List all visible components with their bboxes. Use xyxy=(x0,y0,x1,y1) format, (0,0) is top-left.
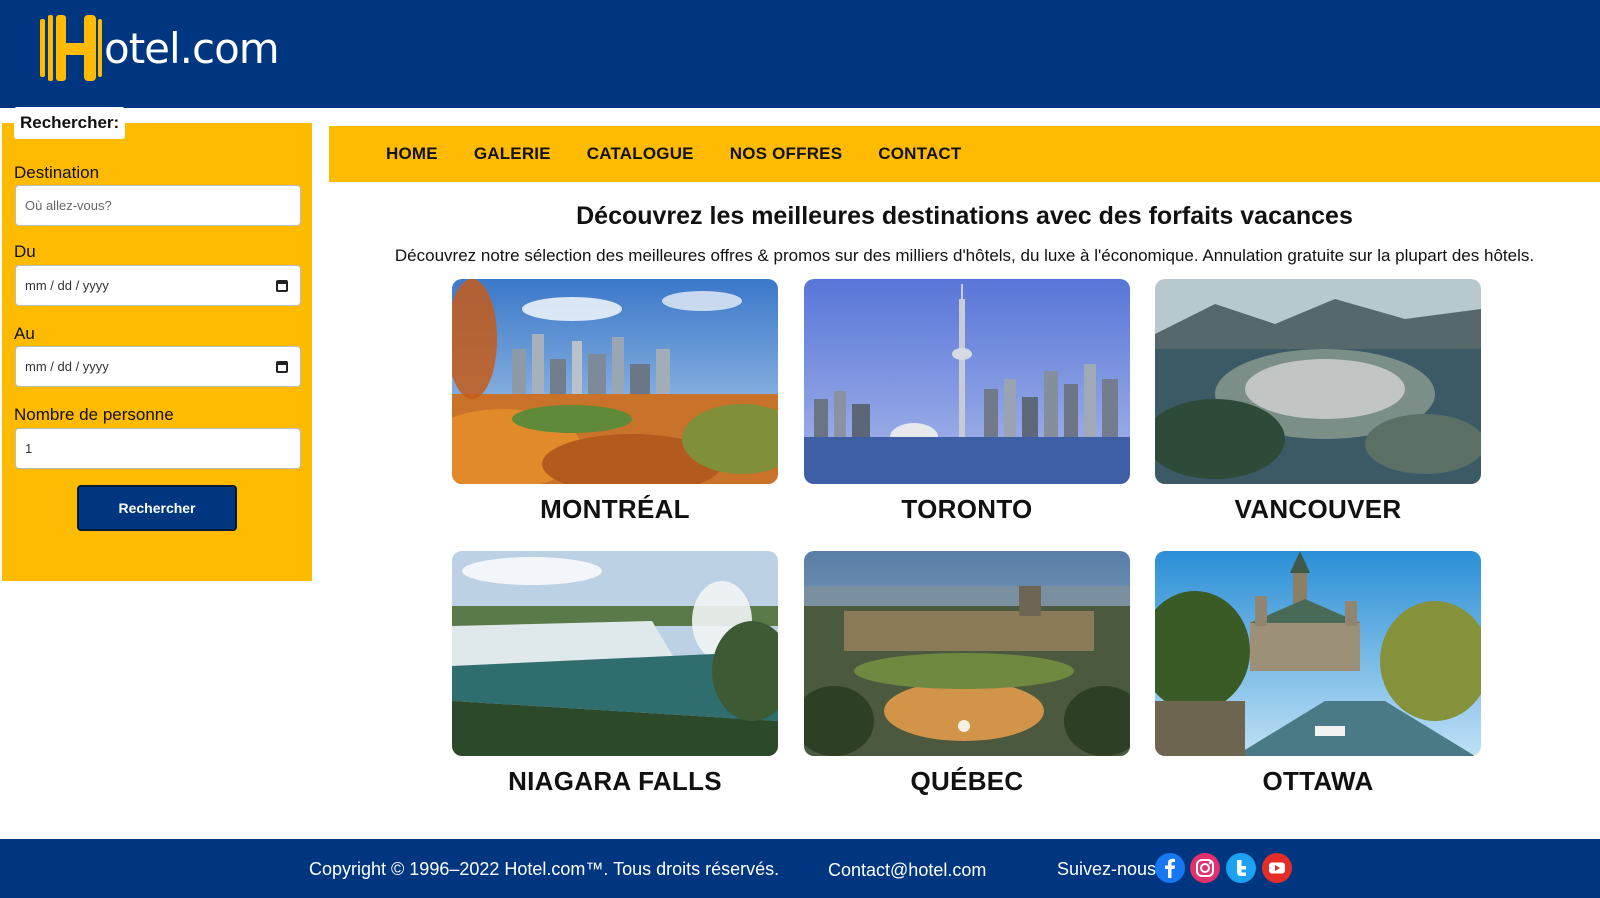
twitter-icon[interactable] xyxy=(1226,853,1256,883)
page-footer: Copyright © 1996–2022 Hotel.com™. Tous d… xyxy=(0,839,1600,898)
destination-card-vancouver[interactable]: VANCOUVER xyxy=(1155,279,1481,525)
search-button[interactable]: Rechercher xyxy=(77,485,237,531)
destination-name[interactable]: OTTAWA xyxy=(1155,766,1481,797)
destination-name[interactable]: TORONTO xyxy=(804,494,1130,525)
destination-name[interactable]: MONTRÉAL xyxy=(452,494,778,525)
facebook-icon[interactable] xyxy=(1155,853,1185,883)
nav-home[interactable]: HOME xyxy=(386,144,438,164)
destination-card-montreal[interactable]: MONTRÉAL xyxy=(452,279,778,525)
destination-image[interactable] xyxy=(1155,551,1481,756)
follow-us-label: Suivez-nous xyxy=(1057,859,1157,879)
copyright-text: Copyright © 1996–2022 Hotel.com™. Tous d… xyxy=(309,859,780,879)
page-subtitle: Découvrez notre sélection des meilleures… xyxy=(394,246,1535,265)
search-panel-title: Rechercher: xyxy=(14,107,126,139)
to-date-value: mm / dd / yyyy xyxy=(25,359,109,374)
logo-h-icon xyxy=(38,13,104,83)
destination-image[interactable] xyxy=(452,551,778,756)
from-date-value: mm / dd / yyyy xyxy=(25,278,109,293)
calendar-icon[interactable] xyxy=(276,360,288,373)
from-date-label: Du xyxy=(14,242,36,261)
page-title: Découvrez les meilleures destinations av… xyxy=(576,202,1353,230)
instagram-icon[interactable] xyxy=(1190,853,1220,883)
nav-contact[interactable]: CONTACT xyxy=(878,144,961,164)
logo-text: otel.com xyxy=(104,23,280,73)
destination-name[interactable]: VANCOUVER xyxy=(1155,494,1481,525)
nav-galerie[interactable]: GALERIE xyxy=(474,144,551,164)
destination-input[interactable]: Où allez-vous? xyxy=(15,185,301,226)
contact-email-link[interactable]: Contact@hotel.com xyxy=(828,860,986,881)
destination-card-niagara-falls[interactable]: NIAGARA FALLS xyxy=(452,551,778,797)
nav-catalogue[interactable]: CATALOGUE xyxy=(587,144,694,164)
destination-card-quebec[interactable]: QUÉBEC xyxy=(804,551,1130,797)
people-value: 1 xyxy=(25,441,33,456)
search-panel: Rechercher: Destination Où allez-vous? D… xyxy=(2,107,312,581)
destination-image[interactable] xyxy=(804,551,1130,756)
destination-name[interactable]: NIAGARA FALLS xyxy=(452,766,778,797)
brand-logo[interactable]: otel.com xyxy=(38,12,280,84)
to-date-input[interactable]: mm / dd / yyyy xyxy=(15,346,301,387)
youtube-icon[interactable] xyxy=(1262,853,1292,883)
to-date-label: Au xyxy=(14,324,35,343)
destination-card-ottawa[interactable]: OTTAWA xyxy=(1155,551,1481,797)
destination-image[interactable] xyxy=(1155,279,1481,484)
destination-placeholder: Où allez-vous? xyxy=(25,198,112,213)
calendar-icon[interactable] xyxy=(276,279,288,292)
from-date-input[interactable]: mm / dd / yyyy xyxy=(15,265,301,306)
people-label: Nombre de personne xyxy=(14,405,174,424)
top-header: otel.com xyxy=(0,0,1600,108)
people-input[interactable]: 1 xyxy=(15,428,301,469)
destination-image[interactable] xyxy=(452,279,778,484)
destination-card-toronto[interactable]: TORONTO xyxy=(804,279,1130,525)
destination-image[interactable] xyxy=(804,279,1130,484)
nav-nos-offres[interactable]: NOS OFFRES xyxy=(730,144,843,164)
destination-label: Destination xyxy=(14,163,100,182)
destination-name[interactable]: QUÉBEC xyxy=(804,766,1130,797)
main-nav: HOME GALERIE CATALOGUE NOS OFFRES CONTAC… xyxy=(329,126,1600,182)
